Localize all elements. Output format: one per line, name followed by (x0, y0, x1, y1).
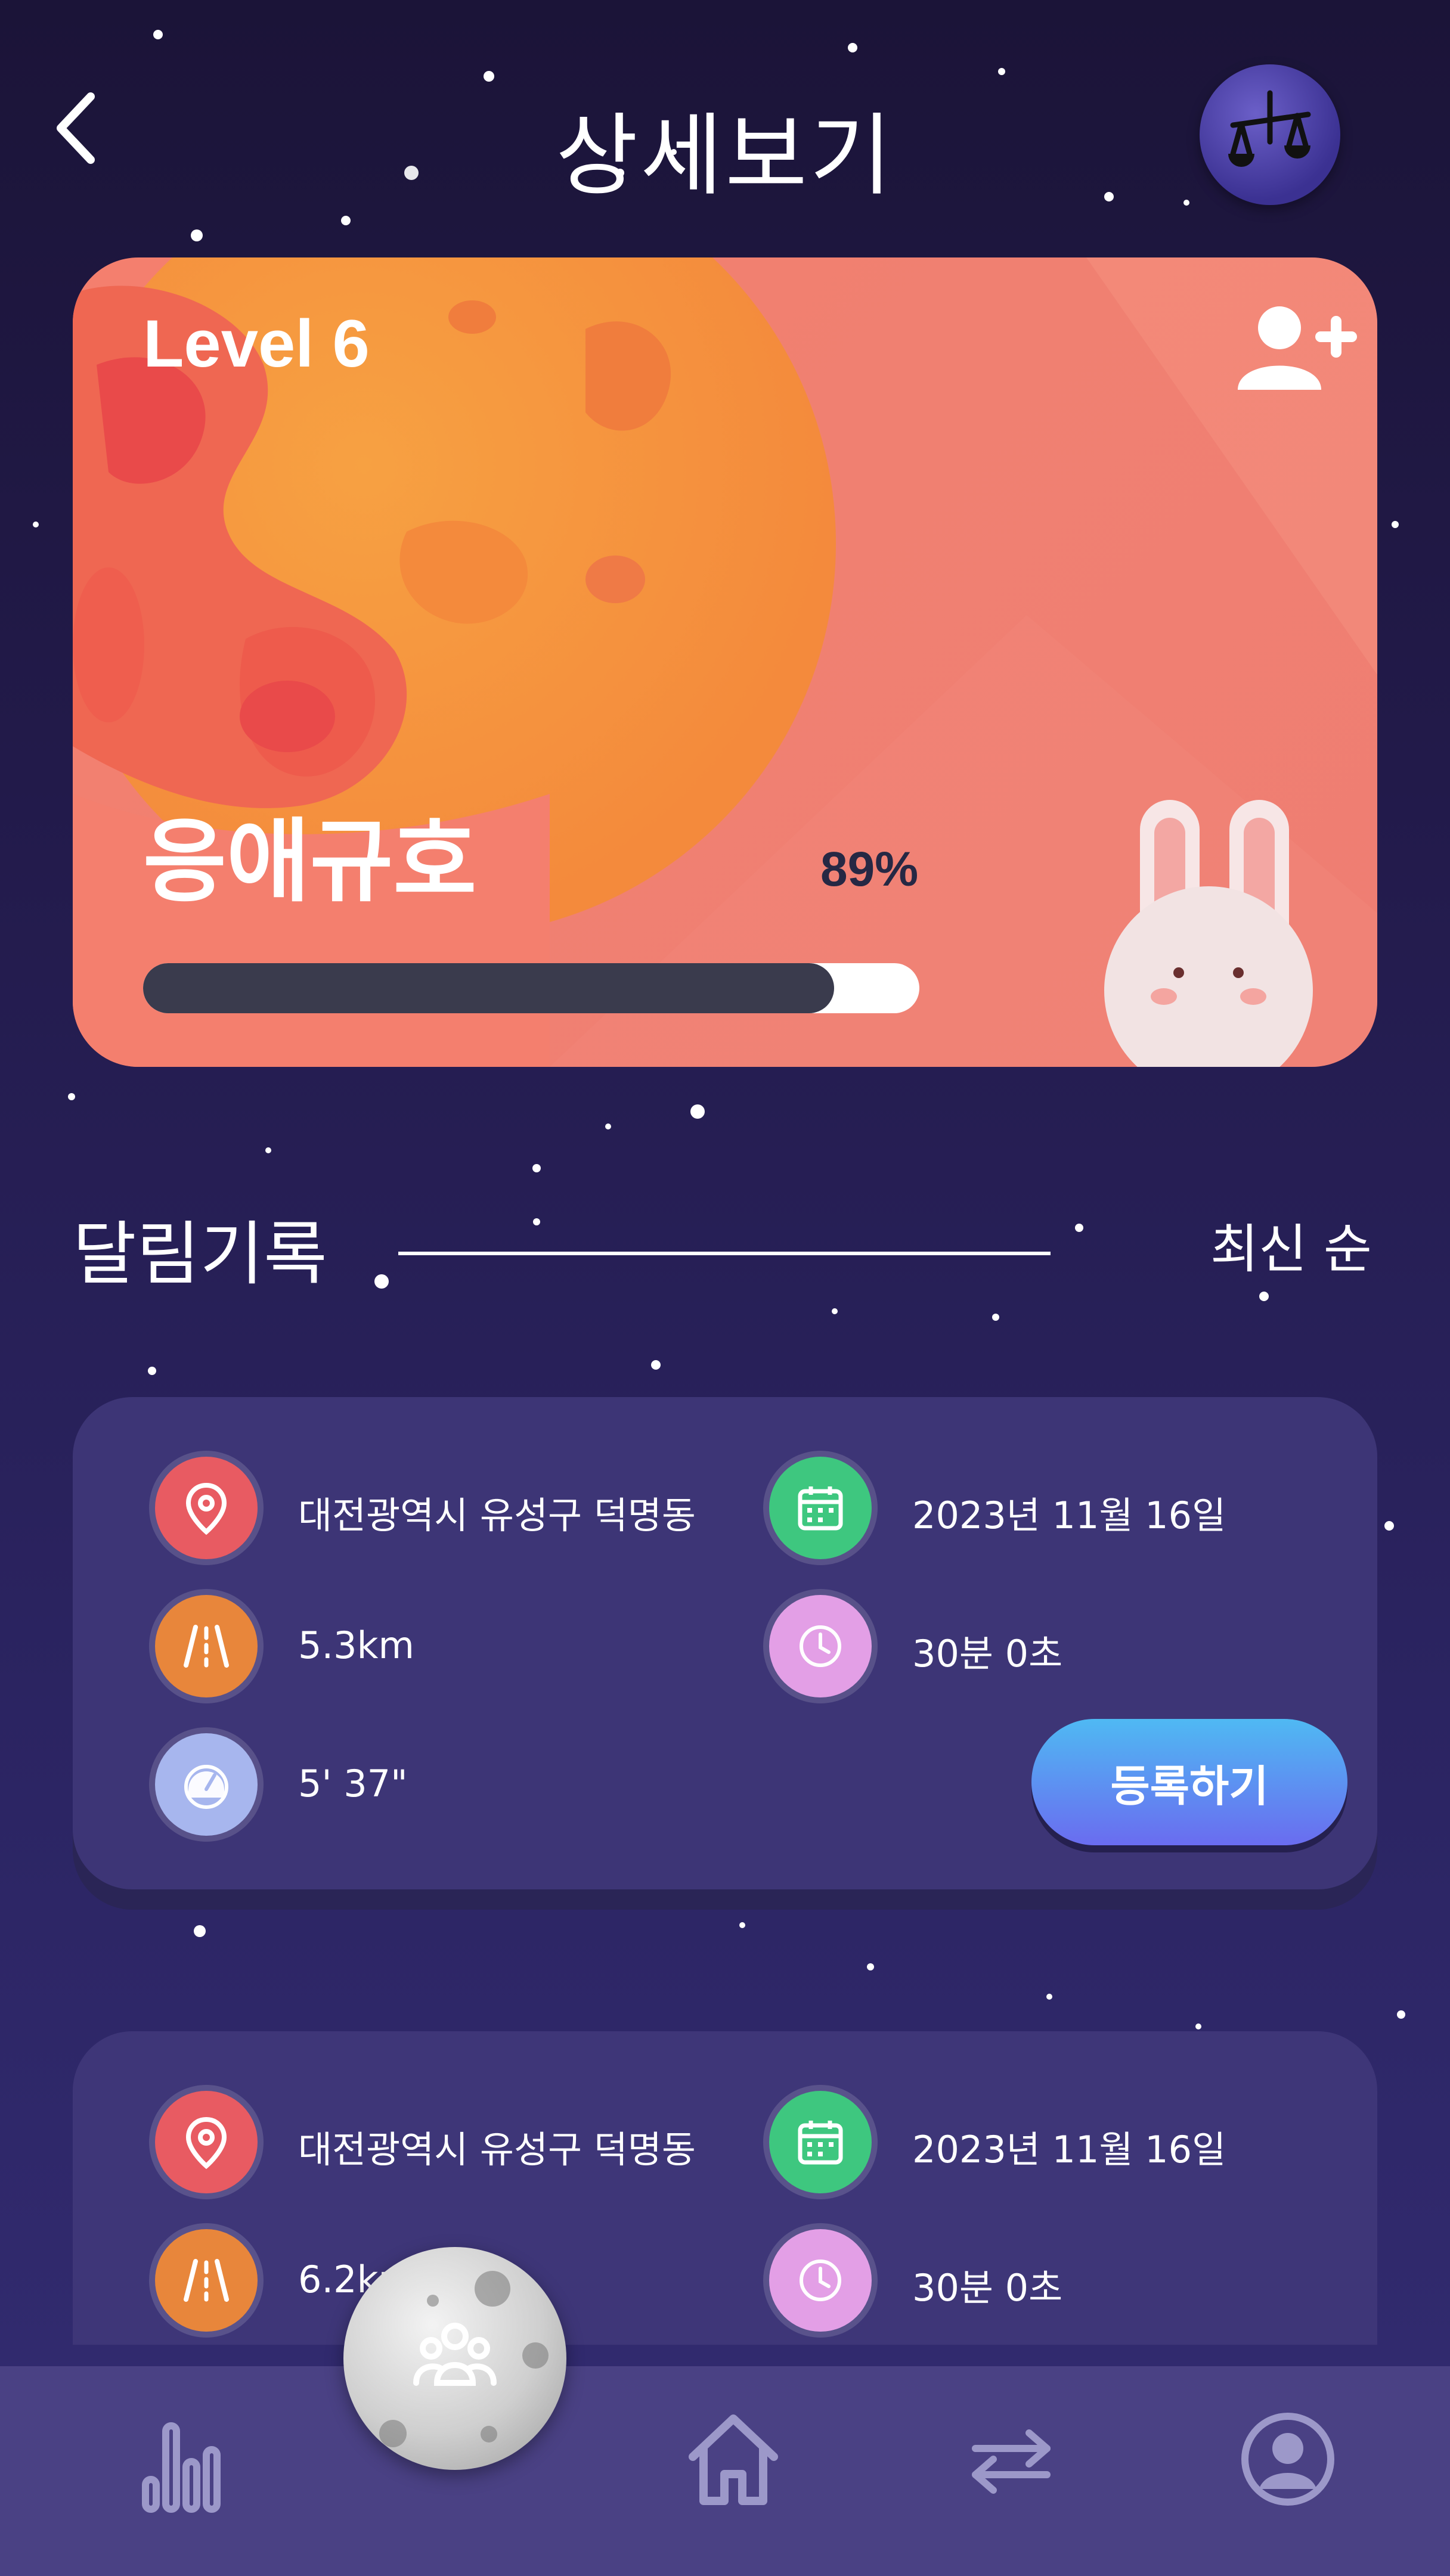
calendar-icon (769, 1457, 872, 1559)
add-friend-button[interactable] (1232, 300, 1363, 396)
rabbit-mascot (1104, 800, 1313, 1067)
record-location: 대전광역시 유성구 덕명동 (298, 2128, 696, 2171)
progress-bar-fill (143, 963, 834, 1013)
home-icon (689, 2414, 778, 2505)
records-section-title: 달림기록 (73, 1214, 327, 1295)
progress-bar (143, 963, 919, 1013)
record-date: 2023년 11월 16일 (912, 1494, 1226, 1537)
location-pin-icon (155, 1457, 258, 1559)
user-name: 응애규호 (143, 809, 477, 914)
section-divider (398, 1252, 1051, 1255)
record-duration: 30분 0초 (912, 2266, 1063, 2310)
sort-button[interactable]: 최신 순 (1210, 1207, 1372, 1283)
add-user-icon (1238, 306, 1357, 390)
profile-icon (1241, 2413, 1334, 2506)
scale-icon (1228, 90, 1311, 167)
nav-home[interactable] (680, 2406, 787, 2513)
register-button[interactable]: 등록하기 (1031, 1719, 1347, 1845)
record-card: 대전광역시 유성구 덕명동 2023년 11월 16일 5.3km 30분 0초… (73, 1397, 1377, 1889)
speedometer-icon (155, 1733, 258, 1836)
location-pin-icon (155, 2091, 258, 2193)
stats-icon (142, 2422, 221, 2513)
road-icon (155, 1595, 258, 1697)
record-distance: 5.3km (298, 1624, 414, 1667)
nav-swap[interactable] (958, 2406, 1065, 2513)
record-date: 2023년 11월 16일 (912, 2128, 1226, 2171)
nav-stats[interactable] (126, 2414, 234, 2521)
group-icon (413, 2323, 497, 2386)
community-moon-button[interactable] (343, 2247, 566, 2470)
record-location: 대전광역시 유성구 덕명동 (298, 1494, 696, 1537)
record-pace: 5' 37" (298, 1762, 408, 1805)
calendar-icon (769, 2091, 872, 2193)
progress-percent: 89% (820, 842, 919, 896)
level-label: Level 6 (143, 306, 370, 381)
record-duration: 30분 0초 (912, 1632, 1063, 1675)
level-card: Level 6 응애규호 89% (73, 257, 1377, 1067)
record-card: 대전광역시 유성구 덕명동 2023년 11월 16일 6.2km 30분 0초 (73, 2031, 1377, 2345)
clock-icon (769, 1595, 872, 1697)
bottom-navigation (0, 2366, 1450, 2576)
clock-icon (769, 2229, 872, 2332)
road-icon (155, 2229, 258, 2332)
swap-icon (972, 2429, 1051, 2494)
scale-button[interactable] (1200, 64, 1340, 205)
nav-profile[interactable] (1234, 2406, 1341, 2513)
